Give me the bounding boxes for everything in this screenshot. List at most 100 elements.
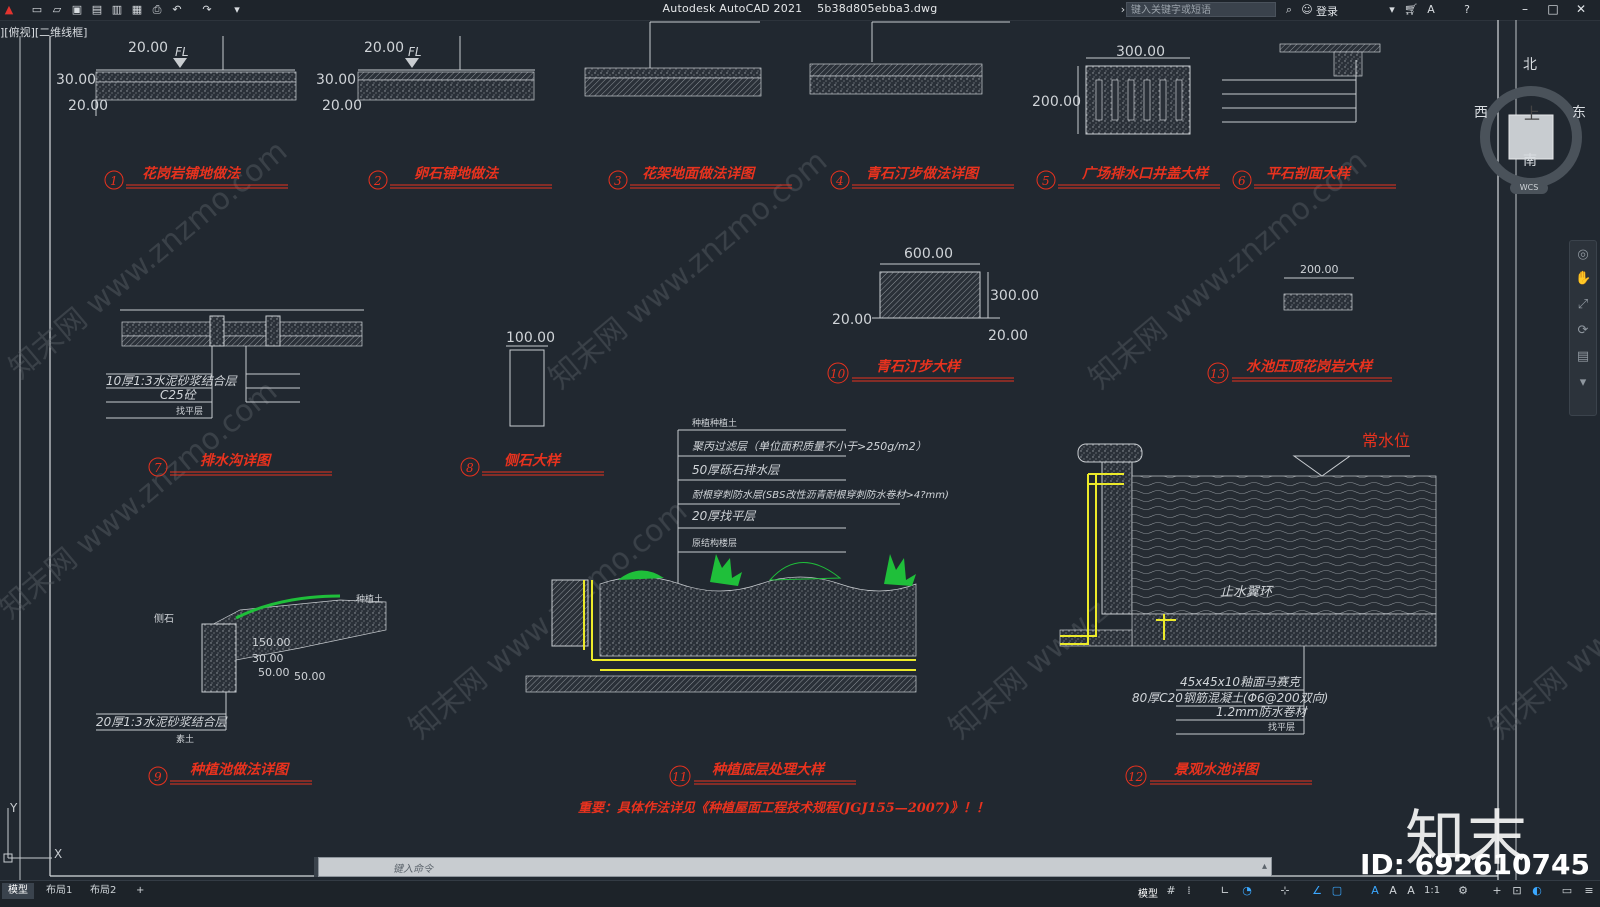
model-space-button[interactable]: 模型 — [1138, 885, 1158, 900]
detail-1-section: 20.00 FL 30.00 20.00 — [56, 36, 297, 116]
add-layout-button[interactable]: + — [130, 883, 150, 899]
snap-icon[interactable]: ⁞ — [1182, 884, 1196, 898]
svg-text:FL: FL — [408, 45, 422, 59]
autoscale-icon[interactable]: A — [1386, 884, 1400, 898]
svg-text:C25砼: C25砼 — [160, 388, 198, 402]
tab-layout1[interactable]: 布局1 — [40, 883, 78, 899]
svg-text:4: 4 — [835, 174, 844, 188]
svg-text:侧石大样: 侧石大样 — [504, 452, 562, 469]
units-icon[interactable]: ⊡ — [1510, 884, 1524, 898]
full-navigation-wheel-icon[interactable]: ◎ — [1575, 247, 1591, 263]
save-as-icon[interactable]: ▤ — [90, 3, 104, 17]
detail-title-8: 8 侧石大样 — [460, 452, 604, 477]
command-line[interactable]: 键入命令 ▴ — [318, 857, 1272, 877]
maximize-button[interactable]: □ — [1546, 2, 1560, 16]
svg-text:30.00: 30.00 — [316, 72, 356, 88]
annotation-scale-value[interactable]: 1:1 — [1424, 885, 1440, 896]
wcs-menu[interactable]: WCS — [1510, 182, 1548, 194]
showmotion-icon[interactable]: ▤ — [1575, 349, 1591, 365]
svg-text:600.00: 600.00 — [904, 246, 953, 262]
new-file-icon[interactable]: ▭ — [30, 3, 44, 17]
detail-9-section: 20厚1:3水泥砂浆结合层 素土 侧石 种植土 150.00 30.00 50.… — [96, 593, 387, 745]
svg-text:止水翼环: 止水翼环 — [1220, 585, 1274, 600]
redo-icon[interactable]: ↷ — [200, 3, 214, 17]
command-input[interactable]: 键入命令 — [393, 860, 433, 875]
annotation-scale-icon[interactable]: A — [1404, 884, 1418, 898]
svg-text:300.00: 300.00 — [990, 288, 1039, 304]
command-history-icon[interactable]: ▴ — [1262, 861, 1267, 872]
pan-icon[interactable]: ✋ — [1575, 271, 1591, 287]
clean-screen-icon[interactable]: ▭ — [1560, 884, 1574, 898]
detail-3-section — [584, 21, 762, 97]
svg-text:找平层: 找平层 — [1268, 721, 1295, 733]
customize-toolbar-icon[interactable]: ▾ — [230, 3, 244, 17]
isodraft-icon[interactable]: ⊹ — [1278, 884, 1292, 898]
search-input[interactable]: 键入关键字或短语 — [1126, 2, 1276, 17]
minimize-button[interactable]: – — [1518, 2, 1532, 16]
customization-icon[interactable]: ≡ — [1582, 884, 1596, 898]
undo-icon[interactable]: ↶ — [170, 3, 184, 17]
osnap-icon[interactable]: ▢ — [1330, 884, 1344, 898]
login-dropdown-icon[interactable]: ▾ — [1385, 3, 1399, 17]
cart-icon[interactable]: 🛒︎ — [1404, 3, 1418, 17]
viewcube-west[interactable]: 西 — [1474, 102, 1488, 122]
open-web-icon[interactable]: ▥ — [110, 3, 124, 17]
navbar-menu-icon[interactable]: ▾ — [1575, 375, 1591, 391]
svg-text:7: 7 — [154, 461, 162, 475]
viewcube-north[interactable]: 北 — [1523, 54, 1537, 74]
svg-text:花架地面做法详图: 花架地面做法详图 — [642, 165, 756, 182]
svg-text:种植底层处理大样: 种植底层处理大样 — [712, 761, 826, 778]
svg-text:200.00: 200.00 — [1032, 94, 1081, 110]
zoom-extents-icon[interactable]: ⤢ — [1575, 297, 1591, 313]
detail-title-9: 9 种植池做法详图 — [148, 761, 312, 786]
viewcube-east[interactable]: 东 — [1572, 102, 1586, 122]
login-button[interactable]: 登录 — [1316, 3, 1338, 19]
tab-model[interactable]: 模型 — [2, 883, 34, 899]
user-icon[interactable]: ☺ — [1300, 3, 1314, 17]
open-file-icon[interactable]: ▱ — [50, 3, 64, 17]
svg-text:常水位: 常水位 — [1362, 431, 1410, 450]
annotation-visibility-icon[interactable]: A — [1368, 884, 1382, 898]
svg-text:80厚C20钢筋混凝土(Φ6@200双向): 80厚C20钢筋混凝土(Φ6@200双向) — [1132, 691, 1328, 705]
orbit-icon[interactable]: ⟳ — [1575, 323, 1591, 339]
detail-title-3: 3 花架地面做法详图 — [608, 165, 792, 190]
annotation-monitor-icon[interactable]: + — [1490, 884, 1504, 898]
spec-note: 重要：具体作法详见《种植屋面工程技术规程(JGJ155—2007)》！！ — [578, 800, 989, 816]
print-icon[interactable]: ⎙ — [150, 3, 164, 17]
workspace-icon[interactable]: ⚙ — [1456, 884, 1470, 898]
search-icon[interactable]: ⌕ — [1282, 3, 1296, 17]
svg-text:20.00: 20.00 — [988, 328, 1028, 344]
help-icon[interactable]: ? — [1460, 3, 1474, 17]
svg-text:6: 6 — [1238, 174, 1246, 188]
viewcube[interactable] — [1476, 82, 1586, 192]
detail-4-section — [809, 21, 1010, 95]
osnap-tracking-icon[interactable]: ∠ — [1310, 884, 1324, 898]
svg-text:20.00: 20.00 — [322, 98, 362, 114]
polar-icon[interactable]: ◔ — [1240, 884, 1254, 898]
close-button[interactable]: ✕ — [1574, 2, 1588, 16]
drawing-canvas[interactable]: Y X 知末网 www.znzmo.com 知末网 www.znzmo.com … — [0, 20, 1600, 880]
isolate-objects-icon[interactable]: ◐ — [1530, 884, 1544, 898]
detail-title-10: 10 青石汀步大样 — [827, 358, 1014, 384]
app-menu-icon[interactable]: ▲ — [2, 3, 16, 17]
grid-icon[interactable]: # — [1164, 884, 1178, 898]
detail-13-section: 200.00 — [1283, 263, 1354, 311]
svg-text:耐根穿刺防水层(SBS改性沥青耐根穿刺防水卷材>4?mm): 耐根穿刺防水层(SBS改性沥青耐根穿刺防水卷材>4?mm) — [692, 489, 949, 501]
brand-id: ID: 692610745 — [1360, 848, 1590, 881]
detail-title-5: 5 广场排水口井盖大样 — [1036, 165, 1220, 190]
tab-layout2[interactable]: 布局2 — [84, 883, 122, 899]
autodesk-a360-icon[interactable]: A — [1424, 3, 1438, 17]
svg-text:原结构楼层: 原结构楼层 — [692, 537, 737, 549]
detail-title-11: 11 种植底层处理大样 — [669, 761, 856, 787]
viewcube-top-face[interactable]: 上 — [1524, 100, 1540, 124]
svg-text:素土: 素土 — [176, 733, 194, 745]
ortho-icon[interactable]: ∟ — [1218, 884, 1232, 898]
save-web-icon[interactable]: ▦ — [130, 3, 144, 17]
svg-text:30.00: 30.00 — [56, 72, 96, 88]
save-icon[interactable]: ▣ — [70, 3, 84, 17]
watermark-text: 知末网 www.znzmo.com — [1483, 494, 1600, 746]
watermark-text: 知末网 www.znzmo.com — [0, 374, 284, 626]
viewcube-south[interactable]: 南 — [1523, 150, 1537, 170]
detail-12-section: 常水位 止水翼环 45x45x10釉面马赛克 80厚C20钢筋混凝土(Φ6@20… — [1059, 431, 1437, 735]
svg-text:45x45x10釉面马赛克: 45x45x10釉面马赛克 — [1180, 675, 1302, 689]
